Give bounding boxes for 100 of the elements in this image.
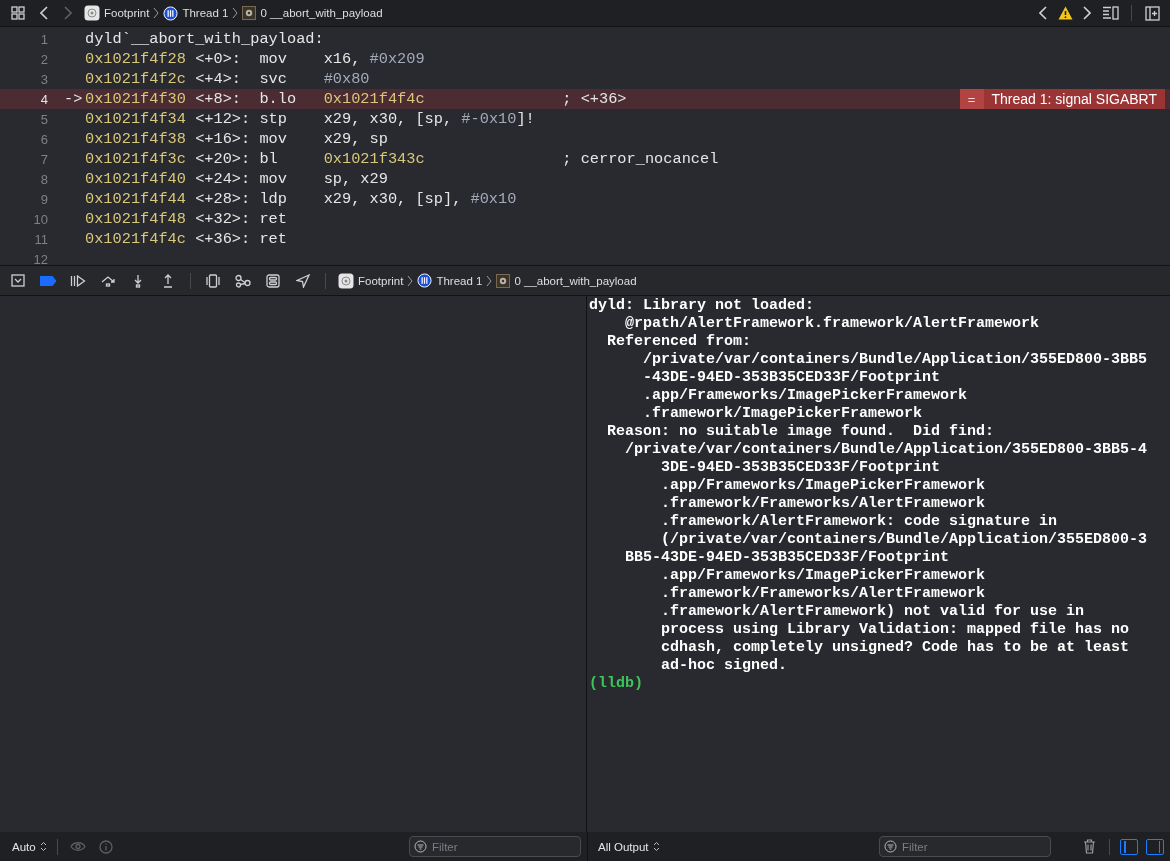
line-number: 4 <box>39 91 48 107</box>
thread-icon <box>163 5 179 21</box>
instruction-offset: <+16>: <box>195 130 251 148</box>
instruction-mnemonic: mov <box>259 50 287 68</box>
instruction-address: 0x1021f4f28 <box>85 50 186 68</box>
app-icon <box>84 5 100 21</box>
breadcrumb-item[interactable]: Thread 1 <box>182 7 229 19</box>
app-icon <box>338 272 354 289</box>
instruction-mnemonic: mov <box>259 170 287 188</box>
console-output-line: BB5-43DE-94ED-353B35CED33F/Footprint <box>624 549 950 567</box>
instruction-offset: <+28>: <box>195 190 251 208</box>
instruction-address: 0x1021f4f48 <box>85 210 186 228</box>
filter-field[interactable]: Filter <box>409 836 581 857</box>
console-output-line: /private/var/containers/Bundle/Application/355ED800-3BB5-4 <box>624 441 1148 459</box>
instruction-mnemonic: stp <box>259 110 287 128</box>
instruction-offset: <+12>: <box>195 110 251 128</box>
filter-icon <box>884 840 897 853</box>
console-output-line: .app/Frameworks/ImagePickerFramework <box>642 387 968 405</box>
console-output-line: .framework/Frameworks/AlertFramework <box>660 495 986 513</box>
instruction-offset: <+4>: <box>195 70 242 88</box>
editor-options-icon[interactable] <box>1101 3 1121 23</box>
breadcrumb-item[interactable]: Footprint <box>104 7 150 19</box>
chevron-icon <box>407 274 414 287</box>
up-down-chevron-icon <box>39 841 47 852</box>
instruction-address: 0x1021f4f30 <box>85 90 186 108</box>
instruction-operands: x29, x30, [sp, #-0x10]! <box>323 110 535 128</box>
line-number: 2 <box>39 51 48 67</box>
instruction-offset: <+36>: <box>195 230 251 248</box>
breadcrumb-item[interactable]: 0 __abort_with_payload <box>260 7 383 19</box>
up-down-chevron-icon <box>652 841 660 852</box>
instruction-operands: x29, x30, [sp], #0x10 <box>323 190 517 208</box>
instruction-comment: ; cerror_nocancel <box>562 150 719 168</box>
line-number: 7 <box>39 151 48 167</box>
console-panel-toggle[interactable] <box>1146 838 1164 855</box>
instruction-address: 0x1021f4f44 <box>85 190 186 208</box>
annotation-icon: = <box>959 89 984 109</box>
chevron-icon <box>486 274 493 287</box>
instruction-offset: <+8>: <box>195 90 242 108</box>
line-number: 12 <box>32 251 48 267</box>
current-instruction-arrow: -> <box>64 90 83 108</box>
breadcrumb-item[interactable]: 0 __abort_with_payload <box>514 274 637 287</box>
breadcrumb-item[interactable]: Footprint <box>358 274 404 287</box>
console-output-line: .framework/AlertFramework) not valid for use in <box>660 603 1085 621</box>
thread-icon <box>417 273 433 288</box>
line-number: 8 <box>39 171 48 187</box>
console-prompt: (lldb) <box>589 675 643 693</box>
grid-icon[interactable] <box>8 3 28 23</box>
output-selector[interactable]: All Output <box>598 840 660 853</box>
console-output-line: (/private/var/containers/Bundle/Application/355ED800-3 <box>660 531 1148 549</box>
breadcrumb-item[interactable]: Thread 1 <box>436 274 483 287</box>
code-label: dyld`__abort_with_payload: <box>85 30 324 48</box>
add-editor-icon[interactable] <box>1142 3 1162 23</box>
instruction-address: 0x1021f4f40 <box>85 170 186 188</box>
instruction-address: 0x1021f4f4c <box>85 230 186 248</box>
instruction-address: 0x1021f4f2c <box>85 70 186 88</box>
console-output-line: -43DE-94ED-353B35CED33F/Footprint <box>642 369 941 387</box>
line-number: 10 <box>32 211 48 227</box>
console-output-line: .framework/Frameworks/AlertFramework <box>660 585 986 603</box>
console-output-line: dyld: Library not loaded: <box>589 297 815 315</box>
line-number: 5 <box>39 111 48 127</box>
console-output-line: @rpath/AlertFramework.framework/AlertFramework <box>624 315 1040 333</box>
instruction-operands: x29, sp <box>323 130 388 148</box>
console-output-line: .framework/AlertFramework: code signature in <box>660 513 1058 531</box>
instruction-operands: #0x80 <box>323 70 370 88</box>
console-output-line: Referenced from: <box>606 333 752 351</box>
console-output-line: process using Library Validation: mapped file has no <box>660 621 1130 639</box>
instruction-mnemonic: ret <box>259 210 287 228</box>
annotation-text: Thread 1: signal SIGABRT <box>990 91 1158 107</box>
line-number: 11 <box>33 231 48 247</box>
line-number: 3 <box>39 71 48 87</box>
line-number: 9 <box>39 191 48 207</box>
line-number: 6 <box>39 131 48 147</box>
instruction-address: 0x1021f4f3c <box>85 150 186 168</box>
console-output-line: /private/var/containers/Bundle/Application/355ED800-3BB5 <box>642 351 1148 369</box>
instruction-operands: 0x1021f4f4c <box>323 90 425 108</box>
error-annotation[interactable]: = Thread 1: signal SIGABRT <box>959 89 1165 109</box>
console-output-line: cdhash, completely unsigned? Code has to be at least <box>660 639 1130 657</box>
console-output-line: ad-hoc signed. <box>660 657 788 675</box>
scope-selector[interactable]: Auto <box>12 840 47 853</box>
instruction-address: 0x1021f4f34 <box>85 110 186 128</box>
chevron-icon <box>153 7 160 19</box>
console-output-line: Reason: no suitable image found. Did find: <box>606 423 995 441</box>
instruction-mnemonic: svc <box>259 70 287 88</box>
instruction-offset: <+20>: <box>195 150 251 168</box>
instruction-offset: <+32>: <box>195 210 251 228</box>
console-output-line: 3DE-94ED-353B35CED33F/Footprint <box>660 459 941 477</box>
instruction-mnemonic: ldp <box>259 190 287 208</box>
console-output-line: .app/Frameworks/ImagePickerFramework <box>660 567 986 585</box>
instruction-operands: x16, #0x209 <box>323 50 425 68</box>
chevron-icon <box>232 7 239 19</box>
instruction-mnemonic: ret <box>259 230 287 248</box>
line-number: 1 <box>39 31 48 47</box>
variables-panel-toggle[interactable] <box>1120 838 1138 855</box>
filter-field[interactable]: Filter <box>879 836 1051 857</box>
filter-icon <box>414 840 427 853</box>
console-output-line: .app/Frameworks/ImagePickerFramework <box>660 477 986 495</box>
instruction-operands: sp, x29 <box>323 170 388 188</box>
console-output-line: .framework/ImagePickerFramework <box>642 405 923 423</box>
instruction-mnemonic: mov <box>259 130 287 148</box>
instruction-offset: <+24>: <box>195 170 251 188</box>
